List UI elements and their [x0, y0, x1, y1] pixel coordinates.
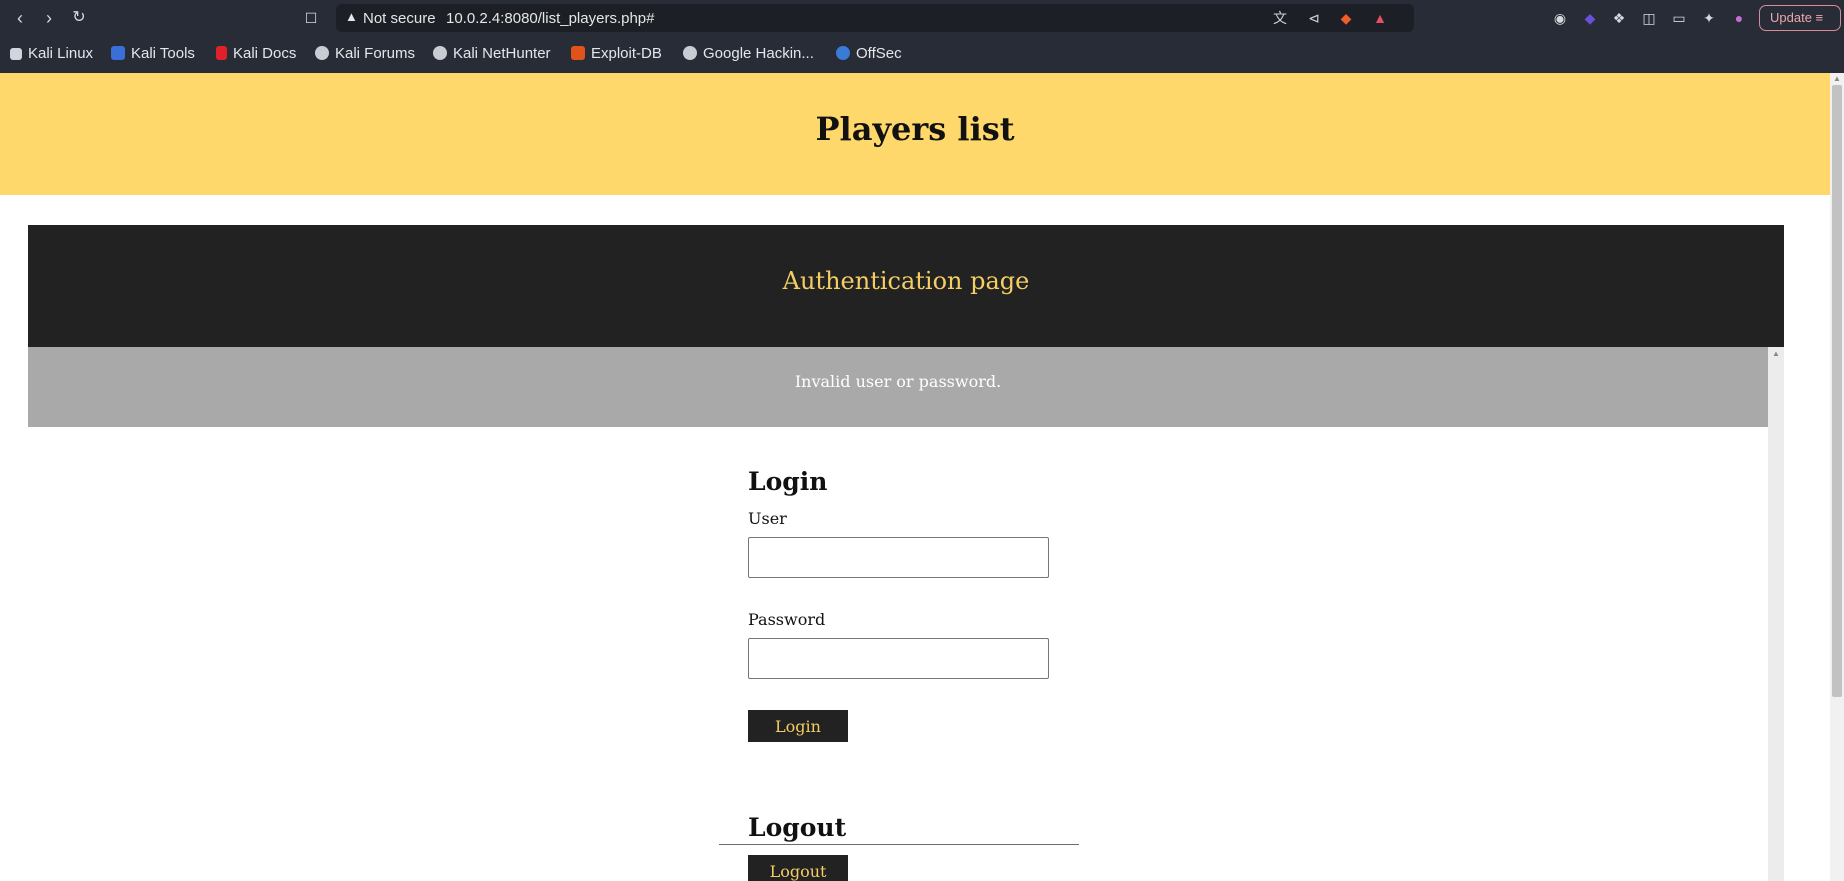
url-text[interactable]: 10.0.2.4:8080/list_players.php# [446, 10, 654, 27]
bookmark-kali-nethunter[interactable]: Kali NetHunter [433, 44, 551, 64]
user-label: User [748, 509, 787, 528]
offsec-icon [836, 46, 850, 60]
bookmark-icon[interactable]: ☐ [299, 6, 323, 30]
bookmark-kali-docs[interactable]: Kali Docs [216, 44, 296, 64]
warning-icon: ▲ [345, 9, 358, 24]
bookmark-kali-linux[interactable]: Kali Linux [10, 44, 93, 64]
auth-frame: Invalid user or password. Login User Pas… [28, 347, 1784, 881]
profile-icon[interactable]: ● [1729, 8, 1749, 28]
page-viewport: Players list Authentication page Invalid… [0, 73, 1830, 881]
leo-icon[interactable]: ✦ [1699, 8, 1719, 28]
error-alert: Invalid user or password. [28, 347, 1768, 427]
globe-icon [433, 46, 447, 60]
share-icon[interactable]: ⊲ [1304, 8, 1324, 28]
globe-icon [315, 46, 329, 60]
login-heading: Login [748, 467, 828, 496]
frame-scrollbar[interactable]: ▲ [1768, 347, 1784, 881]
auth-title: Authentication page [782, 267, 1030, 295]
brave-shields-icon[interactable]: ◆ [1336, 8, 1356, 28]
security-label[interactable]: Not secure [363, 10, 436, 27]
vpn-icon[interactable]: ◆ [1580, 8, 1600, 28]
bookmark-kali-forums[interactable]: Kali Forums [315, 44, 415, 64]
bookmark-exploit-db[interactable]: Exploit-DB [571, 44, 662, 64]
kali-docs-icon [216, 46, 227, 60]
extension-icon[interactable]: ◉ [1550, 8, 1570, 28]
user-input[interactable] [748, 537, 1049, 578]
scroll-up-icon[interactable]: ▲ [1772, 349, 1780, 358]
error-message: Invalid user or password. [794, 372, 1002, 391]
exploit-db-icon [571, 46, 585, 60]
rewards-icon[interactable]: ▲ [1370, 8, 1390, 28]
page-title: Players list [815, 110, 1015, 148]
translate-icon[interactable]: 文 [1270, 8, 1290, 28]
forward-icon[interactable]: › [37, 6, 61, 30]
login-button[interactable]: Login [748, 710, 848, 742]
scroll-thumb[interactable] [1832, 85, 1842, 697]
bookmark-kali-tools[interactable]: Kali Tools [111, 44, 195, 64]
password-label: Password [748, 610, 826, 629]
kali-icon [10, 48, 22, 60]
bookmark-google-hacking[interactable]: Google Hackin... [683, 44, 814, 64]
puzzle-icon[interactable]: ❖ [1609, 8, 1629, 28]
bookmark-offsec[interactable]: OffSec [836, 44, 902, 64]
logout-button[interactable]: Logout [748, 855, 848, 881]
back-icon[interactable]: ‹ [8, 6, 32, 30]
address-bar[interactable]: ▲ Not secure 10.0.2.4:8080/list_players.… [336, 4, 1414, 32]
hero-banner: Players list [0, 73, 1830, 195]
scroll-up-icon[interactable]: ▲ [1833, 74, 1841, 83]
page-scrollbar[interactable]: ▲ [1830, 73, 1844, 881]
divider [719, 844, 1079, 845]
reload-icon[interactable]: ↻ [67, 6, 91, 30]
globe-icon [683, 46, 697, 60]
auth-header: Authentication page [28, 225, 1784, 347]
password-input[interactable] [748, 638, 1049, 679]
logout-heading: Logout [748, 813, 847, 842]
update-button[interactable]: Update ≡ [1759, 5, 1841, 31]
sidebar-icon[interactable]: ◫ [1639, 8, 1659, 28]
browser-toolbar: ‹ › ↻ ☐ ▲ Not secure 10.0.2.4:8080/list_… [0, 0, 1844, 36]
wallet-icon[interactable]: ▭ [1669, 8, 1689, 28]
kali-tools-icon [111, 46, 125, 60]
bookmarks-bar: Kali Linux Kali Tools Kali Docs Kali For… [0, 36, 1844, 73]
